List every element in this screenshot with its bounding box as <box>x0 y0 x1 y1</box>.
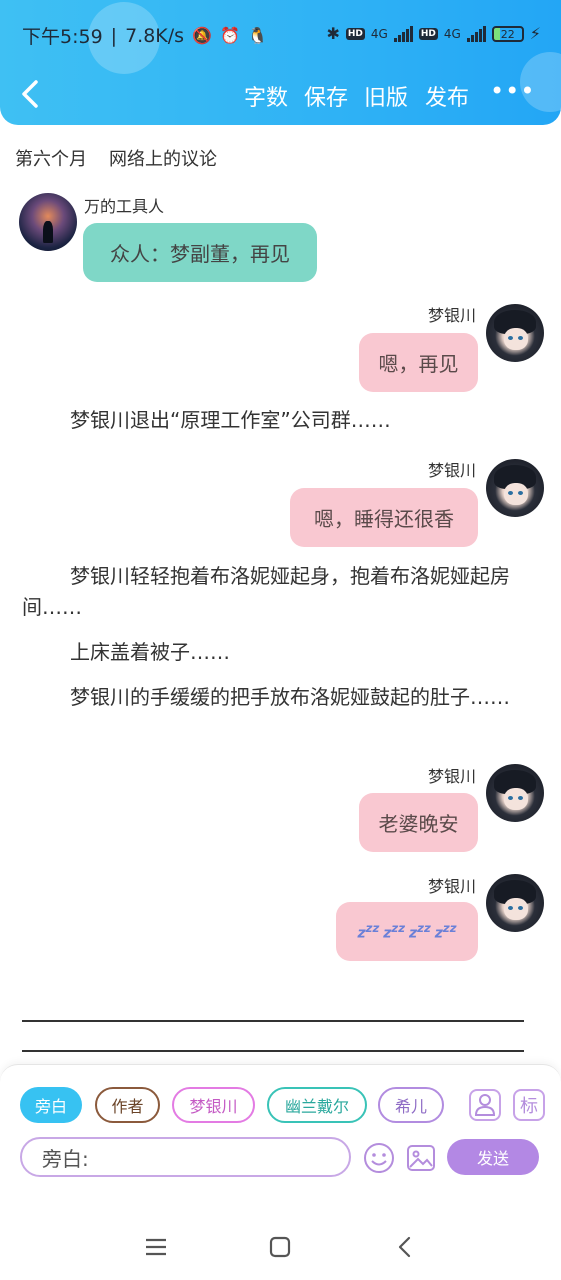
signal-icon <box>393 26 413 42</box>
image-icon <box>407 1145 435 1171</box>
status-speed: 7.8K/s <box>125 24 185 47</box>
avatar-right[interactable] <box>486 764 544 822</box>
system-nav-bar <box>0 1212 561 1280</box>
role-chip-youlandaier[interactable]: 幽兰戴尔 <box>267 1087 367 1123</box>
person-icon <box>474 1094 496 1116</box>
menu-icon <box>146 1238 166 1256</box>
menu-nav-button[interactable] <box>141 1232 171 1262</box>
avatar-eye <box>518 796 523 800</box>
word-count-button[interactable]: 字数 <box>244 80 288 112</box>
role-chip-author[interactable]: 作者 <box>95 1087 160 1123</box>
status-time: 下午5:59 <box>22 26 103 48</box>
back-arrow-icon <box>22 80 38 108</box>
mute-icon: 🔕 <box>192 25 212 45</box>
send-button[interactable]: 发送 <box>447 1139 539 1175</box>
back-button[interactable] <box>16 76 48 112</box>
narration-text[interactable]: 上床盖着被子…… <box>22 637 532 668</box>
sender-name: 梦银川 <box>427 767 476 786</box>
back-chevron-icon <box>398 1236 411 1258</box>
role-chip-xier[interactable]: 希儿 <box>378 1087 444 1123</box>
avatar-figure <box>43 221 53 243</box>
qq-icon: 🐧 <box>247 25 268 45</box>
avatar-eye <box>518 491 523 495</box>
toolbar: 字数 保存 旧版 发布 ••• <box>0 70 561 120</box>
status-separator: | <box>110 24 118 47</box>
avatar-right[interactable] <box>486 459 544 517</box>
divider-line <box>22 1050 524 1052</box>
status-bar: 下午5:59 | 7.8K/s 🔕 ⏰ 🐧 ✱ HD 4G HD 4G 22 ⚡ <box>0 18 561 54</box>
app-header: 下午5:59 | 7.8K/s 🔕 ⏰ 🐧 ✱ HD 4G HD 4G 22 ⚡… <box>0 0 561 125</box>
message-input-value: 旁白: <box>42 1146 89 1171</box>
avatar-eye <box>508 796 513 800</box>
message-bubble[interactable]: 老婆晚安 <box>359 793 478 852</box>
sender-name: 梦银川 <box>427 877 476 896</box>
message-bubble[interactable]: 嗯，再见 <box>359 333 478 392</box>
home-nav-button[interactable] <box>265 1232 295 1262</box>
old-version-button[interactable]: 旧版 <box>364 80 408 112</box>
battery-level: 22 <box>500 27 515 41</box>
avatar-eye <box>508 906 513 910</box>
battery-icon: 22 <box>491 26 524 42</box>
narration-text[interactable]: 梦银川退出“原理工作室”公司群…… <box>22 405 532 436</box>
message-bubble[interactable]: 嗯，睡得还很香 <box>290 488 478 547</box>
character-manage-button[interactable] <box>469 1089 501 1121</box>
role-chip-narration[interactable]: 旁白 <box>20 1087 82 1123</box>
publish-button[interactable]: 发布 <box>425 80 469 112</box>
charging-icon: ⚡ <box>529 24 541 43</box>
emoji-button[interactable] <box>362 1141 396 1175</box>
hd-badge: HD <box>418 28 438 40</box>
hd-badge: HD <box>345 28 365 40</box>
network-type: 4G <box>443 27 461 41</box>
avatar-right[interactable] <box>486 304 544 362</box>
editor-panel: 旁白 作者 梦银川 幽兰戴尔 希儿 标 旁白: 发送 <box>0 1064 561 1212</box>
avatar-right[interactable] <box>486 874 544 932</box>
sender-name: 万的工具人 <box>84 197 165 216</box>
sender-name: 梦银川 <box>427 306 476 325</box>
message-bubble-sleep[interactable]: zzz zzz zzz zzz <box>336 902 478 961</box>
sleep-emoji-icon: zzz zzz zzz zzz <box>357 921 457 942</box>
avatar-eye <box>518 336 523 340</box>
sender-name: 梦银川 <box>427 461 476 480</box>
message-bubble[interactable]: 众人：梦副董，再见 <box>83 223 317 282</box>
network-type: 4G <box>370 27 388 41</box>
image-button[interactable] <box>404 1141 438 1175</box>
divider-line <box>22 1020 524 1022</box>
chapter-title: 第六个月 网络上的议论 <box>15 145 239 171</box>
smiley-icon <box>364 1143 394 1173</box>
alarm-icon: ⏰ <box>219 25 240 45</box>
narration-text[interactable]: 梦银川的手缓缓的把手放布洛妮娅鼓起的肚子…… <box>22 682 532 713</box>
more-menu-button[interactable]: ••• <box>490 79 534 106</box>
avatar-left[interactable] <box>19 193 77 251</box>
avatar-eye <box>508 336 513 340</box>
chapter-name: 网络上的议论 <box>109 149 217 170</box>
mark-button[interactable]: 标 <box>513 1089 545 1121</box>
back-nav-button[interactable] <box>390 1232 420 1262</box>
save-button[interactable]: 保存 <box>304 80 348 112</box>
role-chip-mengyinchuan[interactable]: 梦银川 <box>172 1087 255 1123</box>
narration-text[interactable]: 梦银川轻轻抱着布洛妮娅起身，抱着布洛妮娅起房间…… <box>22 561 532 623</box>
avatar-eye <box>508 491 513 495</box>
message-input[interactable]: 旁白: <box>20 1137 351 1177</box>
home-square-icon <box>269 1236 291 1258</box>
chapter-month: 第六个月 <box>15 149 87 170</box>
bluetooth-icon: ✱ <box>326 24 340 43</box>
avatar-eye <box>518 906 523 910</box>
signal-icon <box>466 26 486 42</box>
